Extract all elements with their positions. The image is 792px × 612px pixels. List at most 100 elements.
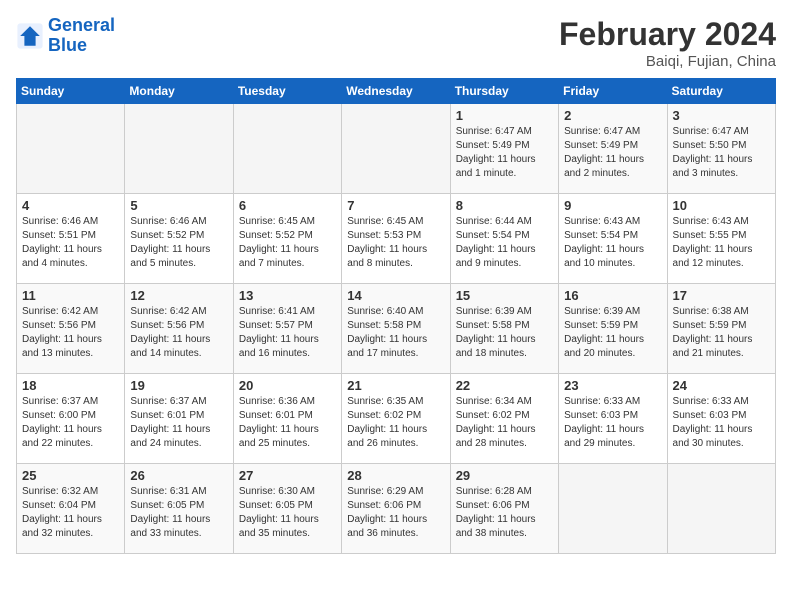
calendar-cell: 4 Sunrise: 6:46 AMSunset: 5:51 PMDaylight… [17,194,125,284]
day-number: 26 [130,468,227,483]
calendar-cell: 18 Sunrise: 6:37 AMSunset: 6:00 PMDayligh… [17,374,125,464]
day-number: 2 [564,108,661,123]
calendar-cell: 14 Sunrise: 6:40 AMSunset: 5:58 PMDayligh… [342,284,450,374]
calendar-cell: 23Sunrise: 6:33 AMSunset: 6:03 PMDayligh… [559,374,667,464]
day-number: 27 [239,468,336,483]
calendar-cell: 13Sunrise: 6:41 AMSunset: 5:57 PMDayligh… [233,284,341,374]
calendar-cell: 26 Sunrise: 6:31 AMSunset: 6:05 PMDayligh… [125,464,233,554]
day-number: 29 [456,468,553,483]
day-info: Sunrise: 6:36 AMSunset: 6:01 PMDaylight:… [239,395,336,451]
calendar-cell: 8Sunrise: 6:44 AMSunset: 5:54 PMDaylight… [450,194,558,284]
calendar-cell: 29 Sunrise: 6:28 AMSunset: 6:06 PMDayligh… [450,464,558,554]
day-number: 28 [347,468,444,483]
day-number: 20 [239,378,336,393]
calendar-cell: 21 Sunrise: 6:35 AMSunset: 6:02 PMDayligh… [342,374,450,464]
day-info: Sunrise: 6:31 AMSunset: 6:05 PMDaylight:… [130,485,227,541]
day-info: Sunrise: 6:38 AMSunset: 5:59 PMDaylight:… [673,305,770,361]
calendar-cell: 16 Sunrise: 6:39 AMSunset: 5:59 PMDayligh… [559,284,667,374]
day-number: 16 [564,288,661,303]
calendar-cell: 27 Sunrise: 6:30 AMSunset: 6:05 PMDayligh… [233,464,341,554]
col-header-thursday: Thursday [450,79,558,104]
day-info: Sunrise: 6:46 AMSunset: 5:52 PMDaylight:… [130,215,227,271]
page-header: General Blue February 2024 Baiqi, Fujian… [16,16,776,70]
day-number: 18 [22,378,119,393]
day-info: Sunrise: 6:39 AMSunset: 5:59 PMDaylight:… [564,305,661,361]
calendar-cell: 9 Sunrise: 6:43 AMSunset: 5:54 PMDaylight… [559,194,667,284]
logo-line2: Blue [48,35,87,55]
day-info: Sunrise: 6:47 AMSunset: 5:50 PMDaylight:… [673,125,770,181]
day-number: 19 [130,378,227,393]
calendar-cell: 12 Sunrise: 6:42 AMSunset: 5:56 PMDayligh… [125,284,233,374]
day-number: 23 [564,378,661,393]
day-number: 9 [564,198,661,213]
day-number: 25 [22,468,119,483]
day-info: Sunrise: 6:43 AMSunset: 5:55 PMDaylight:… [673,215,770,271]
calendar-cell: 11Sunrise: 6:42 AMSunset: 5:56 PMDayligh… [17,284,125,374]
day-info: Sunrise: 6:45 AMSunset: 5:53 PMDaylight:… [347,215,444,271]
day-info: Sunrise: 6:39 AMSunset: 5:58 PMDaylight:… [456,305,553,361]
month-title: February 2024 [559,16,776,53]
day-info: Sunrise: 6:32 AMSunset: 6:04 PMDaylight:… [22,485,119,541]
calendar-cell: 3 Sunrise: 6:47 AMSunset: 5:50 PMDaylight… [667,104,775,194]
day-info: Sunrise: 6:29 AMSunset: 6:06 PMDaylight:… [347,485,444,541]
day-info: Sunrise: 6:33 AMSunset: 6:03 PMDaylight:… [673,395,770,451]
calendar-cell: 2 Sunrise: 6:47 AMSunset: 5:49 PMDaylight… [559,104,667,194]
logo-icon [16,22,44,50]
day-info: Sunrise: 6:47 AMSunset: 5:49 PMDaylight:… [456,125,553,181]
day-info: Sunrise: 6:43 AMSunset: 5:54 PMDaylight:… [564,215,661,271]
day-info: Sunrise: 6:30 AMSunset: 6:05 PMDaylight:… [239,485,336,541]
col-header-monday: Monday [125,79,233,104]
day-number: 15 [456,288,553,303]
day-number: 1 [456,108,553,123]
calendar-table: SundayMondayTuesdayWednesdayThursdayFrid… [16,78,776,554]
calendar-cell [667,464,775,554]
day-info: Sunrise: 6:28 AMSunset: 6:06 PMDaylight:… [456,485,553,541]
col-header-wednesday: Wednesday [342,79,450,104]
day-number: 24 [673,378,770,393]
calendar-cell: 1 Sunrise: 6:47 AMSunset: 5:49 PMDaylight… [450,104,558,194]
day-number: 12 [130,288,227,303]
logo: General Blue [16,16,115,56]
day-info: Sunrise: 6:35 AMSunset: 6:02 PMDaylight:… [347,395,444,451]
calendar-cell: 25 Sunrise: 6:32 AMSunset: 6:04 PMDayligh… [17,464,125,554]
day-number: 22 [456,378,553,393]
calendar-cell: 5 Sunrise: 6:46 AMSunset: 5:52 PMDaylight… [125,194,233,284]
day-number: 5 [130,198,227,213]
day-info: Sunrise: 6:37 AMSunset: 6:00 PMDaylight:… [22,395,119,451]
day-number: 6 [239,198,336,213]
calendar-cell: 20 Sunrise: 6:36 AMSunset: 6:01 PMDayligh… [233,374,341,464]
day-info: Sunrise: 6:42 AMSunset: 5:56 PMDaylight:… [22,305,119,361]
col-header-friday: Friday [559,79,667,104]
day-number: 7 [347,198,444,213]
logo-line1: General [48,15,115,35]
calendar-cell: 6 Sunrise: 6:45 AMSunset: 5:52 PMDaylight… [233,194,341,284]
day-info: Sunrise: 6:42 AMSunset: 5:56 PMDaylight:… [130,305,227,361]
col-header-sunday: Sunday [17,79,125,104]
day-info: Sunrise: 6:47 AMSunset: 5:49 PMDaylight:… [564,125,661,181]
calendar-cell: 17Sunrise: 6:38 AMSunset: 5:59 PMDayligh… [667,284,775,374]
day-info: Sunrise: 6:45 AMSunset: 5:52 PMDaylight:… [239,215,336,271]
calendar-cell [125,104,233,194]
calendar-cell [559,464,667,554]
calendar-cell: 19 Sunrise: 6:37 AMSunset: 6:01 PMDayligh… [125,374,233,464]
calendar-cell: 15 Sunrise: 6:39 AMSunset: 5:58 PMDayligh… [450,284,558,374]
day-number: 13 [239,288,336,303]
day-info: Sunrise: 6:44 AMSunset: 5:54 PMDaylight:… [456,215,553,271]
calendar-cell [17,104,125,194]
day-number: 4 [22,198,119,213]
day-number: 14 [347,288,444,303]
day-info: Sunrise: 6:37 AMSunset: 6:01 PMDaylight:… [130,395,227,451]
day-info: Sunrise: 6:46 AMSunset: 5:51 PMDaylight:… [22,215,119,271]
day-info: Sunrise: 6:34 AMSunset: 6:02 PMDaylight:… [456,395,553,451]
day-number: 10 [673,198,770,213]
day-number: 3 [673,108,770,123]
calendar-cell [233,104,341,194]
day-info: Sunrise: 6:40 AMSunset: 5:58 PMDaylight:… [347,305,444,361]
calendar-cell [342,104,450,194]
calendar-cell: 22 Sunrise: 6:34 AMSunset: 6:02 PMDayligh… [450,374,558,464]
day-number: 21 [347,378,444,393]
calendar-cell: 28 Sunrise: 6:29 AMSunset: 6:06 PMDayligh… [342,464,450,554]
col-header-tuesday: Tuesday [233,79,341,104]
calendar-cell: 10 Sunrise: 6:43 AMSunset: 5:55 PMDayligh… [667,194,775,284]
logo-text: General Blue [48,16,115,56]
